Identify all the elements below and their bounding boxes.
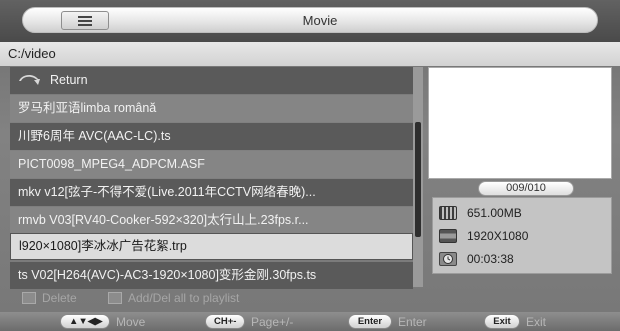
list-item-label: Return	[50, 73, 88, 87]
enter-key-icon: Enter	[348, 314, 392, 329]
list-item[interactable]: rmvb V03[RV40-Cooker-592×320]太行山上.23fps.…	[10, 207, 413, 234]
hint-exit: Exit Exit	[484, 313, 546, 330]
list-item-label: l920×1080]李冰冰广告花絮.trp	[19, 239, 187, 253]
media-browser-screen: Movie C:/video Return 罗马利亚语limba română …	[0, 0, 620, 331]
info-resolution-row: 1920X1080	[439, 225, 528, 247]
current-path: C:/video	[8, 46, 56, 61]
hint-move-label: Move	[116, 314, 146, 329]
delete-label: Delete	[42, 291, 77, 305]
list-item-label: PICT0098_MPEG4_ADPCM.ASF	[18, 157, 205, 171]
delete-checkbox[interactable]	[22, 292, 36, 304]
ch-key-icon: CH+-	[205, 314, 245, 329]
hint-enter-label: Enter	[398, 314, 427, 329]
scrollbar-thumb[interactable]	[415, 122, 421, 237]
page-title: Movie	[302, 13, 338, 28]
list-item-selected[interactable]: l920×1080]李冰冰广告花絮.trp	[10, 233, 413, 260]
help-bar: ▲▼◀▶ Move CH+- Page+/- Enter Enter Exit …	[0, 312, 620, 331]
playlist-label: Add/Del all to playlist	[128, 291, 240, 305]
hint-move: ▲▼◀▶ Move	[60, 313, 145, 330]
list-item-label: mkv v12[弦子-不得不爱(Live.2011年CCTV网络春晚)...	[18, 185, 316, 199]
hint-page-label: Page+/-	[251, 314, 294, 329]
info-size-row: 651.00MB	[439, 202, 522, 224]
list-item-label: ts V02[H264(AVC)-AC3-1920×1080]变形金刚.30fp…	[18, 268, 317, 282]
list-item[interactable]: 川野6周年 AVC(AAC-LC).ts	[10, 123, 413, 150]
list-item-label: rmvb V03[RV40-Cooker-592×320]太行山上.23fps.…	[18, 213, 309, 227]
list-scrollbar[interactable]	[413, 67, 423, 287]
info-resolution: 1920X1080	[467, 229, 529, 243]
playlist-checkbox[interactable]	[108, 292, 122, 304]
exit-key-icon: Exit	[484, 314, 520, 329]
file-counter: 009/010	[478, 181, 574, 196]
info-duration: 00:03:38	[467, 252, 514, 266]
list-item[interactable]: mkv v12[弦子-不得不爱(Live.2011年CCTV网络春晚)...	[10, 179, 413, 206]
hint-page: CH+- Page+/-	[205, 313, 293, 330]
clock-icon	[439, 252, 457, 266]
list-item[interactable]: 罗马利亚语limba română	[10, 95, 413, 122]
info-duration-row: 00:03:38	[439, 248, 514, 270]
list-item-return[interactable]: Return	[10, 67, 413, 94]
path-bar: C:/video	[0, 42, 620, 66]
file-list: Return 罗马利亚语limba română 川野6周年 AVC(AAC-L…	[10, 67, 413, 289]
file-size-icon	[439, 206, 457, 220]
options-bar: Delete Add/Del all to playlist	[10, 289, 413, 309]
preview-pane	[428, 67, 612, 179]
delete-option[interactable]: Delete	[22, 291, 77, 305]
list-item[interactable]: PICT0098_MPEG4_ADPCM.ASF	[10, 151, 413, 178]
list-view-icon[interactable]	[61, 11, 109, 30]
arrow-keys-icon: ▲▼◀▶	[60, 314, 110, 329]
resolution-icon	[439, 229, 457, 243]
file-info-panel: 651.00MB 1920X1080 00:03:38	[432, 197, 612, 274]
list-item[interactable]: ts V02[H264(AVC)-AC3-1920×1080]变形金刚.30fp…	[10, 262, 413, 289]
list-item-label: 罗马利亚语limba română	[18, 101, 157, 115]
hint-enter: Enter Enter	[348, 313, 427, 330]
hint-exit-label: Exit	[526, 314, 547, 329]
title-bar: Movie	[0, 0, 620, 42]
info-size: 651.00MB	[467, 206, 522, 220]
list-item-label: 川野6周年 AVC(AAC-LC).ts	[18, 129, 171, 143]
playlist-option[interactable]: Add/Del all to playlist	[108, 291, 239, 305]
return-icon	[19, 74, 40, 85]
